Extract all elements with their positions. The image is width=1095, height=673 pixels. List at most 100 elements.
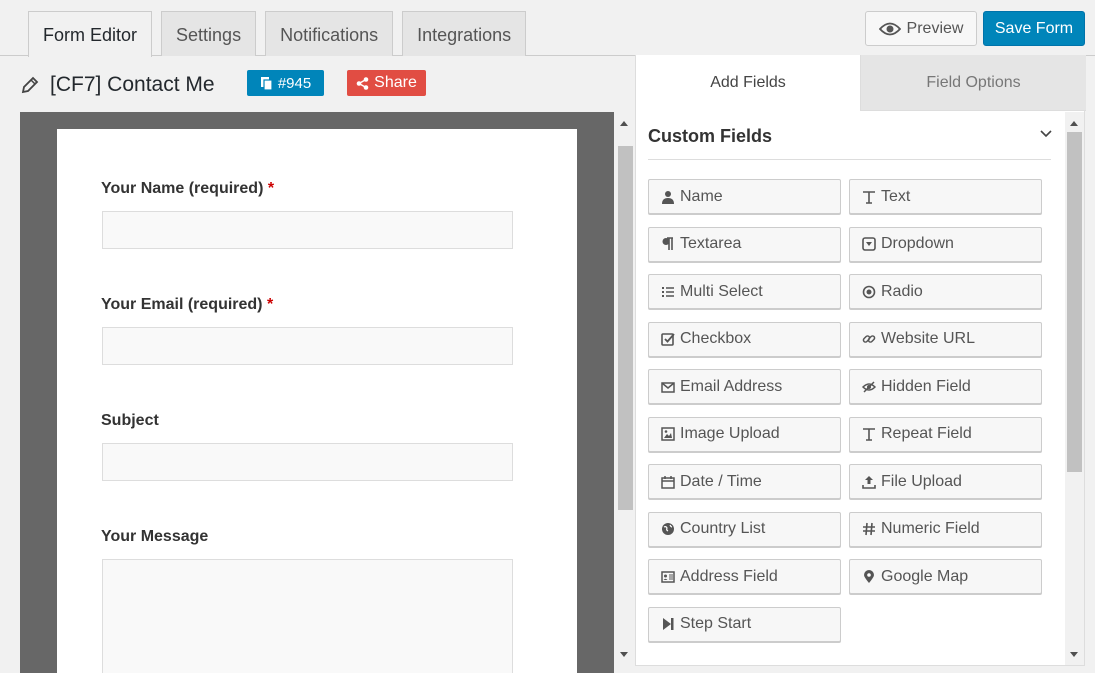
field-button-label: Email Address <box>680 377 783 395</box>
upload-icon <box>862 475 876 489</box>
user-icon <box>662 190 674 204</box>
editor-tabs: Form Editor Settings Notifications Integ… <box>28 11 527 57</box>
form-preview-paper: Your Name (required) * Your Email (requi… <box>57 129 577 673</box>
form-preview-canvas: Your Name (required) * Your Email (requi… <box>20 112 614 673</box>
field-button-image-upload[interactable]: Image Upload <box>648 416 841 452</box>
scroll-down-arrow-icon[interactable] <box>1070 652 1078 657</box>
field-button-label: Image Upload <box>680 425 780 442</box>
subject-input[interactable] <box>102 443 513 481</box>
field-button-email-address[interactable]: Email Address <box>648 369 841 404</box>
tab-integrations[interactable]: Integrations <box>402 11 527 56</box>
eye-icon <box>878 22 901 35</box>
field-label-subject[interactable]: Subject <box>101 412 159 430</box>
form-id-label: #945 <box>277 74 312 92</box>
field-button-label: Hidden Field <box>881 377 971 395</box>
field-button-date-time[interactable]: Date / Time <box>648 464 841 499</box>
section-divider <box>648 159 1051 160</box>
field-button-label: Text <box>881 187 911 205</box>
envelope-icon <box>661 381 675 393</box>
image-icon <box>661 427 675 441</box>
save-form-button[interactable]: Save Form <box>983 11 1085 46</box>
globe-icon <box>662 523 674 535</box>
field-button-step-start[interactable]: Step Start <box>648 606 841 642</box>
list-icon <box>662 286 674 297</box>
email-input[interactable] <box>102 327 513 365</box>
field-button-text[interactable]: Text <box>849 179 1042 214</box>
field-button-label: Step Start <box>680 615 752 632</box>
field-button-label: Dropdown <box>881 235 954 252</box>
text-icon <box>863 190 875 204</box>
form-title-row: [CF7] Contact Me <box>20 70 215 100</box>
tab-form-editor[interactable]: Form Editor <box>28 11 153 57</box>
fields-panel: Add Fields Field Options Custom Fields N… <box>635 55 1086 666</box>
pencil-icon[interactable] <box>20 75 40 95</box>
field-button-label: Address Field <box>680 567 778 585</box>
share-icon <box>356 76 369 90</box>
field-button-google-map[interactable]: Google Map <box>849 559 1042 594</box>
field-button-label: Name <box>680 187 723 205</box>
scrollbar-thumb[interactable] <box>618 146 633 510</box>
field-button-label: Textarea <box>680 235 742 252</box>
field-label-text: Your Name (required) <box>101 180 264 197</box>
field-button-checkbox[interactable]: Checkbox <box>648 321 841 357</box>
field-button-radio[interactable]: Radio <box>849 274 1042 309</box>
share-label: Share <box>374 74 417 91</box>
field-label-name[interactable]: Your Name (required) * <box>101 180 274 198</box>
hash-icon <box>863 522 875 536</box>
share-button[interactable]: Share <box>347 70 426 96</box>
text-icon <box>863 428 875 441</box>
chevron-down-icon[interactable] <box>1039 127 1053 141</box>
preview-label: Preview <box>906 19 964 37</box>
field-button-name[interactable]: Name <box>648 179 841 214</box>
field-button-numeric-field[interactable]: Numeric Field <box>849 511 1042 547</box>
tab-settings[interactable]: Settings <box>161 11 257 56</box>
scrollbar-thumb[interactable] <box>1067 132 1082 472</box>
field-button-hidden-field[interactable]: Hidden Field <box>849 369 1042 404</box>
tab-add-fields[interactable]: Add Fields <box>636 55 860 111</box>
preview-button[interactable]: Preview <box>865 11 977 46</box>
field-button-multi-select[interactable]: Multi Select <box>648 274 841 309</box>
field-button-label: Country List <box>680 520 766 537</box>
section-title[interactable]: Custom Fields <box>648 126 772 147</box>
field-button-dropdown[interactable]: Dropdown <box>849 226 1042 262</box>
eye-slash-icon <box>862 380 876 393</box>
field-button-file-upload[interactable]: File Upload <box>849 464 1042 499</box>
map-marker-icon <box>864 569 874 583</box>
field-button-label: Multi Select <box>680 282 763 300</box>
message-textarea[interactable] <box>102 559 513 673</box>
field-label-email[interactable]: Your Email (required) * <box>101 296 273 314</box>
scroll-down-arrow-icon[interactable] <box>620 652 628 657</box>
required-mark: * <box>267 180 275 197</box>
field-button-website-url[interactable]: Website URL <box>849 321 1042 357</box>
paragraph-icon <box>662 237 673 250</box>
tab-notifications[interactable]: Notifications <box>265 11 394 56</box>
required-mark: * <box>266 296 274 313</box>
field-button-label: Checkbox <box>680 330 752 347</box>
field-button-label: Google Map <box>881 567 969 585</box>
field-button-repeat-field[interactable]: Repeat Field <box>849 416 1042 452</box>
field-button-textarea[interactable]: Textarea <box>648 226 841 262</box>
scroll-up-arrow-icon[interactable] <box>620 121 628 126</box>
field-button-label: Repeat Field <box>881 425 972 442</box>
form-id-badge[interactable]: #945 <box>247 70 324 96</box>
field-label-message[interactable]: Your Message <box>101 528 208 546</box>
address-card-icon <box>661 570 675 583</box>
field-button-country-list[interactable]: Country List <box>648 511 841 547</box>
calendar-icon <box>661 475 675 489</box>
field-button-label: Date / Time <box>680 472 762 490</box>
step-forward-icon <box>663 618 674 630</box>
field-button-address-field[interactable]: Address Field <box>648 559 841 594</box>
field-button-label: Website URL <box>881 330 975 347</box>
copy-icon <box>260 76 273 91</box>
dropdown-icon <box>862 237 876 251</box>
name-input[interactable] <box>102 211 513 249</box>
link-icon <box>862 335 876 343</box>
scroll-up-arrow-icon[interactable] <box>1070 121 1078 126</box>
preview-scrollbar[interactable] <box>615 112 634 665</box>
tab-field-options[interactable]: Field Options <box>860 55 1086 111</box>
field-button-label: Radio <box>881 282 923 300</box>
radio-icon <box>862 285 876 298</box>
field-label-text: Your Email (required) <box>101 296 263 313</box>
field-button-label: File Upload <box>881 472 962 490</box>
panel-scrollbar[interactable] <box>1065 112 1084 665</box>
